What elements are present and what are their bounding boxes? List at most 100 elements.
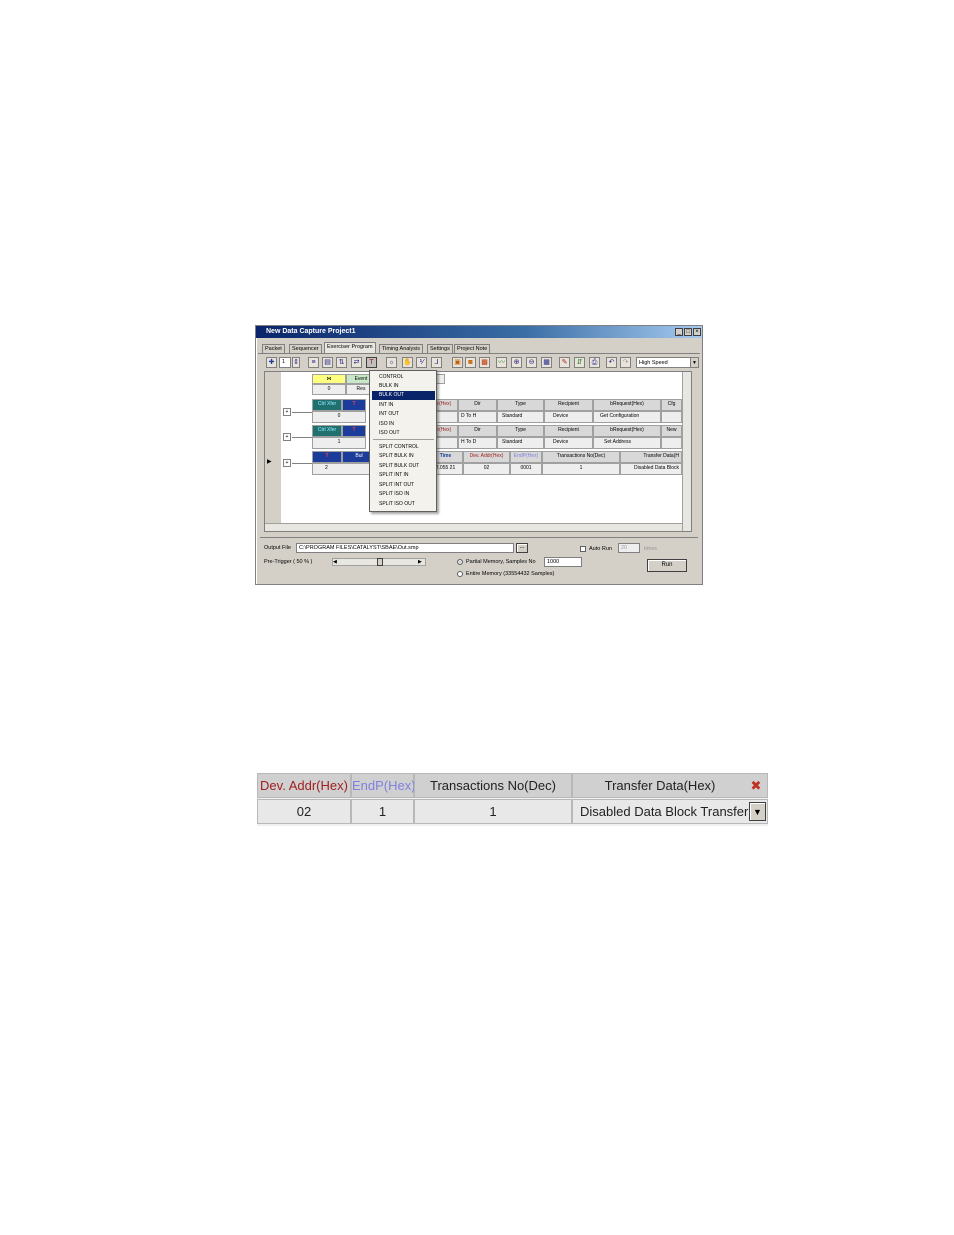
menu-item-bulk-out[interactable]: BULK OUT bbox=[372, 391, 435, 400]
minimize-button[interactable]: _ bbox=[675, 328, 683, 336]
menu-item-split-iso-out[interactable]: SPLIT ISO OUT bbox=[372, 500, 435, 509]
ctrl2-recipient[interactable]: Device bbox=[544, 437, 593, 449]
save-icon[interactable]: ⎙ bbox=[589, 357, 600, 368]
slider-right-icon[interactable]: ▶ bbox=[418, 559, 422, 565]
ctrl2-dir[interactable]: H To D bbox=[458, 437, 497, 449]
ctrl2-type[interactable]: Standard bbox=[497, 437, 544, 449]
chevron-down-icon[interactable]: ▼ bbox=[690, 357, 699, 368]
ctrl1-brequest[interactable]: Get Configuration bbox=[593, 411, 661, 423]
wave-icon[interactable]: ⅃ bbox=[431, 357, 442, 368]
delete-icon[interactable]: ▩ bbox=[479, 357, 490, 368]
slider-left-icon[interactable]: ◀ bbox=[333, 559, 337, 565]
zoom-transfer-data[interactable]: Disabled Data Block Transfer bbox=[572, 799, 768, 824]
expand-icon[interactable]: + bbox=[283, 433, 291, 441]
tab-settings[interactable]: Settings bbox=[427, 344, 453, 353]
ctrl1-cfg bbox=[661, 411, 682, 423]
tab-sequencer[interactable]: Sequencer bbox=[289, 344, 322, 353]
bulk-devaddr[interactable]: 02 bbox=[463, 463, 510, 475]
transaction-icon[interactable]: ⇅ bbox=[336, 357, 347, 368]
expand-icon[interactable]: + bbox=[283, 408, 291, 416]
close-button[interactable]: × bbox=[693, 328, 701, 336]
run-button[interactable]: Run bbox=[647, 559, 687, 572]
menu-item-split-bulk-out[interactable]: SPLIT BULK OUT bbox=[372, 462, 435, 471]
entire-memory-radio[interactable] bbox=[457, 571, 463, 577]
partial-memory-radio[interactable] bbox=[457, 559, 463, 565]
step-input[interactable]: 1 bbox=[279, 357, 291, 368]
tab-exerciser-program[interactable]: Exerciser Program bbox=[324, 342, 376, 353]
program-canvas[interactable]: ▶ + + + ⋈ Event 0 Res Ctrl Xfer T 0 dr(H… bbox=[264, 371, 692, 532]
menu-item-int-in[interactable]: INT IN bbox=[372, 401, 435, 410]
graph-icon[interactable]: 〰 bbox=[496, 357, 507, 368]
ctrl1-recipient[interactable]: Device bbox=[544, 411, 593, 423]
zoom-devaddr[interactable]: 02 bbox=[257, 799, 351, 824]
calculator-icon[interactable]: ▦ bbox=[541, 357, 552, 368]
menu-item-split-bulk-in[interactable]: SPLIT BULK IN bbox=[372, 452, 435, 461]
transfer-t-icon: T bbox=[342, 399, 366, 411]
bulk-endp[interactable]: 0001 bbox=[510, 463, 542, 475]
ctrl1-dir[interactable]: D To H bbox=[458, 411, 497, 423]
bulk-transactions[interactable]: 1 bbox=[542, 463, 620, 475]
stepper-arrows-icon[interactable]: ⇕ bbox=[292, 357, 300, 368]
disable-icon[interactable]: ✖ bbox=[749, 777, 763, 794]
split-icon[interactable]: ⇄ bbox=[351, 357, 362, 368]
bulk-transfer-data[interactable]: Disabled Data Block bbox=[620, 463, 682, 475]
zoom-header-transfer-data: Transfer Data(Hex) bbox=[572, 773, 768, 798]
samples-input[interactable]: 1000 bbox=[544, 557, 582, 567]
maximize-button[interactable]: □ bbox=[684, 328, 692, 336]
output-file-input[interactable]: C:\PROGRAM FILES\CATALYST\SBAE\Out.smp bbox=[296, 543, 514, 553]
bulk-header-transfer-data: Transfer Data(H bbox=[620, 451, 682, 463]
menu-item-iso-in[interactable]: ISO IN bbox=[372, 420, 435, 429]
ctrl2-brequest[interactable]: Set Address bbox=[593, 437, 661, 449]
redo-icon[interactable]: ↷ bbox=[620, 357, 631, 368]
hand-icon[interactable]: ✋ bbox=[402, 357, 413, 368]
menu-item-bulk-in[interactable]: BULK IN bbox=[372, 382, 435, 391]
ctrl-xfer-1-index: 0 bbox=[312, 411, 366, 423]
event-icon[interactable]: ⋈ bbox=[312, 374, 346, 384]
browse-button[interactable]: ... bbox=[516, 543, 528, 553]
packet-icon[interactable]: ▤ bbox=[322, 357, 333, 368]
zoom-out-icon[interactable]: ⊖ bbox=[526, 357, 537, 368]
auto-run-checkbox[interactable] bbox=[580, 546, 586, 552]
vertical-scrollbar[interactable] bbox=[682, 372, 691, 531]
menu-item-iso-out[interactable]: ISO OUT bbox=[372, 429, 435, 438]
tab-packet[interactable]: Packet bbox=[262, 344, 285, 353]
menu-separator bbox=[373, 439, 434, 440]
transfer-icon[interactable]: T bbox=[366, 357, 377, 368]
ctrl-xfer-2-index: 1 bbox=[312, 437, 366, 449]
menu-item-split-int-in[interactable]: SPLIT INT IN bbox=[372, 471, 435, 480]
link-icon[interactable]: ≡ bbox=[308, 357, 319, 368]
ctrl-xfer-2-title[interactable]: Ctrl Xfer bbox=[312, 425, 342, 437]
expand-icon[interactable]: + bbox=[283, 459, 291, 467]
add-icon[interactable]: ✚ bbox=[266, 357, 277, 368]
ctrl2-header-new: New bbox=[661, 425, 682, 437]
ctrl1-type[interactable]: Standard bbox=[497, 411, 544, 423]
paste-icon[interactable]: ◙ bbox=[465, 357, 476, 368]
globe-icon[interactable]: ☼ bbox=[386, 357, 397, 368]
zoom-endp[interactable]: 1 bbox=[351, 799, 414, 824]
menu-item-control[interactable]: CONTROL bbox=[372, 373, 435, 382]
menu-item-split-int-out[interactable]: SPLIT INT OUT bbox=[372, 481, 435, 490]
menu-item-split-control[interactable]: SPLIT CONTROL bbox=[372, 443, 435, 452]
zoom-in-icon[interactable]: ⊕ bbox=[511, 357, 522, 368]
ctrl2-header-recipient: Recipient bbox=[544, 425, 593, 437]
slider-thumb[interactable] bbox=[377, 558, 383, 566]
menu-item-int-out[interactable]: INT OUT bbox=[372, 410, 435, 419]
tab-timing-analysis[interactable]: Timing Analysis bbox=[379, 344, 424, 353]
horizontal-scrollbar[interactable] bbox=[265, 523, 682, 531]
pen-icon[interactable]: ✎ bbox=[559, 357, 570, 368]
app-window: New Data Capture Project1 _ □ × Packet S… bbox=[255, 325, 703, 585]
arrows-icon[interactable]: ⇵ bbox=[574, 357, 585, 368]
connector-line bbox=[292, 412, 312, 413]
auto-run-times-input[interactable]: 20 bbox=[618, 543, 640, 553]
tab-project-note[interactable]: Project Note bbox=[454, 344, 491, 353]
menu-item-split-iso-in[interactable]: SPLIT ISO IN bbox=[372, 490, 435, 499]
chart-icon[interactable]: ⅟ bbox=[416, 357, 427, 368]
chevron-down-icon[interactable]: ▼ bbox=[749, 802, 766, 821]
speed-select[interactable]: High Speed bbox=[636, 357, 691, 368]
zoom-transactions[interactable]: 1 bbox=[414, 799, 572, 824]
ctrl1-header-brequest: bRequest(Hex) bbox=[593, 399, 661, 411]
undo-icon[interactable]: ↶ bbox=[606, 357, 617, 368]
ctrl2-new bbox=[661, 437, 682, 449]
copy-icon[interactable]: ▣ bbox=[452, 357, 463, 368]
ctrl-xfer-1-title[interactable]: Ctrl Xfer bbox=[312, 399, 342, 411]
